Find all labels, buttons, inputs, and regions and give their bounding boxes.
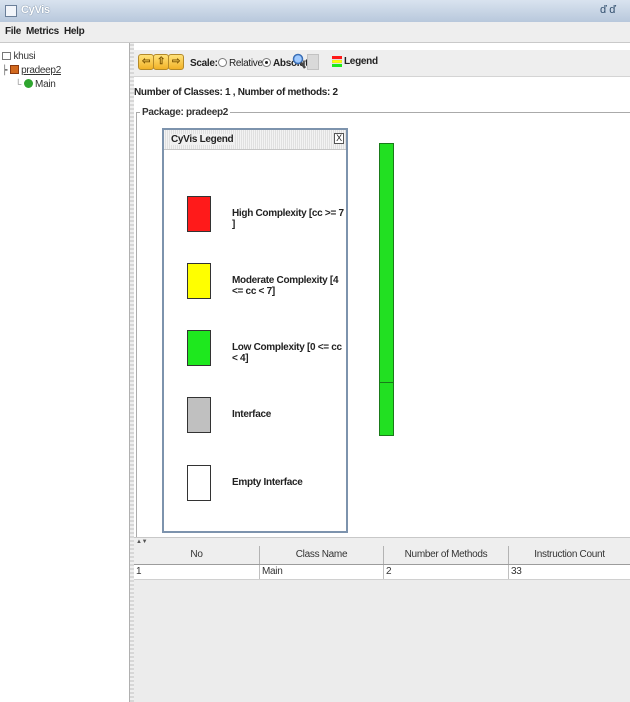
window-controls[interactable]: ď ď — [600, 4, 616, 16]
legend-swatch — [187, 397, 211, 433]
legend-item-label: High Complexity [cc >= 7 ] — [232, 208, 344, 230]
zoom-out-icon[interactable] — [307, 54, 319, 70]
summary-text: Number of Classes: 1 , Number of methods… — [134, 87, 338, 98]
close-icon[interactable]: X — [334, 133, 344, 144]
scale-label: Scale: — [190, 58, 218, 69]
cell-no: 1 — [134, 565, 260, 579]
cell-methods: 2 — [384, 565, 509, 579]
cell-instructions: 33 — [511, 566, 522, 577]
legend-swatch — [187, 330, 211, 366]
package-label: Package: pradeep2 — [140, 107, 231, 118]
legend-swatch — [187, 196, 211, 232]
tree-class-label: Main — [35, 79, 56, 90]
legend-swatch — [187, 465, 211, 501]
table-header: No Class Name Number of Methods Instruct… — [134, 546, 630, 565]
folder-icon — [2, 52, 11, 60]
legend-swatch — [187, 263, 211, 299]
legend-dialog-title: CyVis Legend — [171, 134, 236, 145]
forward-button[interactable]: ⇨ — [168, 54, 184, 70]
menu-file[interactable]: File — [5, 26, 21, 37]
legend-button[interactable]: Legend — [330, 53, 378, 71]
column-header-class-name[interactable]: Class Name — [260, 546, 384, 564]
tree-expander-icon[interactable]: ┝ — [2, 65, 7, 75]
legend-item-label: Moderate Complexity [4 <= cc < 7] — [232, 275, 339, 297]
class-table: No Class Name Number of Methods Instruct… — [134, 546, 630, 702]
arrow-up-icon: ⇧ — [156, 56, 166, 67]
column-header-methods[interactable]: Number of Methods — [384, 546, 509, 564]
legend-dialog-titlebar[interactable]: CyVis Legend X — [164, 130, 346, 150]
legend-item-label: Low Complexity [0 <= cc < 4] — [232, 342, 342, 364]
tree-node-class[interactable]: └ Main — [15, 77, 56, 91]
legend-item-label: Empty Interface — [232, 477, 303, 488]
menu-metrics[interactable]: Metrics — [26, 26, 59, 37]
tree-node-root[interactable]: khusi — [2, 50, 36, 64]
column-header-instructions[interactable]: Instruction Count — [509, 546, 630, 564]
class-bar-main[interactable] — [379, 143, 394, 436]
cell-class-name: Main — [260, 565, 384, 579]
window-title: CyVis — [21, 4, 50, 16]
column-header-no[interactable]: No — [134, 546, 260, 564]
tree-root-label: khusi — [13, 51, 36, 62]
package-icon — [9, 65, 19, 74]
relative-radio[interactable] — [218, 58, 227, 67]
legend-icon — [332, 56, 342, 67]
arrow-right-icon: ⇨ — [171, 56, 181, 67]
menu-help[interactable]: Help — [64, 26, 85, 37]
table-row[interactable]: 1 Main 2 33 — [134, 565, 630, 580]
relative-label[interactable]: Relative — [229, 58, 263, 69]
up-button[interactable]: ⇧ — [153, 54, 169, 70]
legend-dialog: CyVis Legend X High Complexity [cc >= 7 … — [162, 128, 348, 533]
arrow-left-icon: ⇦ — [141, 56, 151, 67]
zoom-in-icon[interactable] — [291, 53, 307, 71]
project-tree: khusi ┝ pradeep2 └ Main — [0, 43, 130, 702]
class-icon — [23, 79, 33, 88]
absolute-radio[interactable] — [262, 58, 271, 67]
app-icon — [5, 5, 17, 17]
method-divider — [380, 382, 393, 383]
menu-bar: File Metrics Help — [0, 22, 630, 43]
title-bar: CyVis ď ď — [0, 0, 630, 23]
legend-item-label: Interface — [232, 409, 271, 420]
toolbar: ⇦ ⇧ ⇨ Scale: Relative Absolute Legend — [134, 50, 630, 77]
back-button[interactable]: ⇦ — [138, 54, 154, 70]
legend-button-label: Legend — [344, 56, 378, 67]
tree-node-package[interactable]: ┝ pradeep2 — [2, 63, 61, 77]
collapse-arrows-icon[interactable]: ▲▼ — [136, 538, 148, 546]
tree-package-label: pradeep2 — [21, 65, 61, 76]
